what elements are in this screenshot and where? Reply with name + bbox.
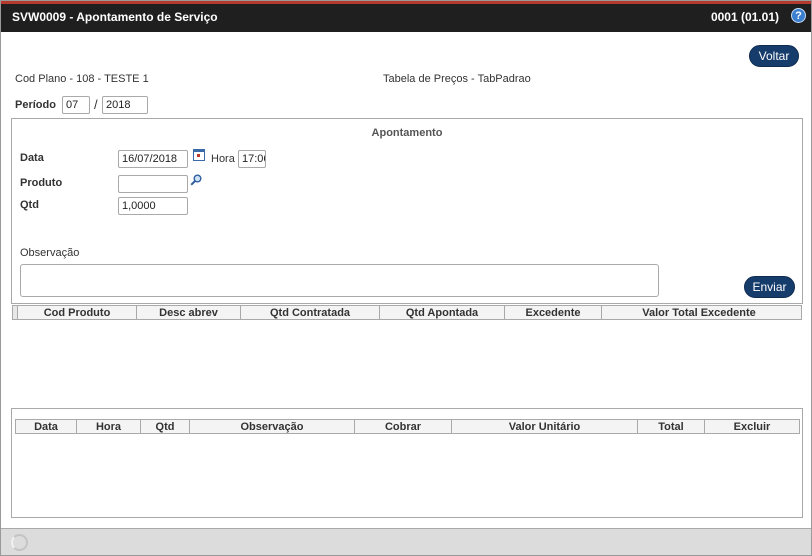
col-hora[interactable]: Hora — [77, 420, 141, 433]
loading-spinner-icon — [11, 534, 28, 551]
search-icon[interactable] — [190, 174, 202, 186]
enviar-button[interactable]: Enviar — [744, 276, 795, 298]
title-bar: SVW0009 - Apontamento de Serviço 0001 (0… — [1, 1, 811, 32]
hora-label: Hora — [211, 153, 235, 165]
produtos-grid-header: Cod Produto Desc abrev Qtd Contratada Qt… — [12, 305, 802, 320]
apontamentos-grid-header: Data Hora Qtd Observação Cobrar Valor Un… — [15, 419, 800, 434]
col-qtd-contratada[interactable]: Qtd Contratada — [241, 306, 380, 319]
observacao-label: Observação — [20, 247, 80, 259]
periodo-ano-input[interactable]: 2018 — [102, 96, 148, 114]
col-data[interactable]: Data — [16, 420, 77, 433]
produto-input[interactable] — [118, 175, 188, 193]
app-window: SVW0009 - Apontamento de Serviço 0001 (0… — [0, 0, 812, 556]
col-valor-unitario[interactable]: Valor Unitário — [452, 420, 638, 433]
observacao-textarea[interactable] — [20, 264, 659, 297]
produto-label: Produto — [20, 177, 63, 189]
qtd-label: Qtd — [20, 199, 39, 211]
col-cod-produto[interactable]: Cod Produto — [18, 306, 137, 319]
window-version: 0001 (01.01) — [710, 10, 779, 24]
window-title: SVW0009 - Apontamento de Serviço — [12, 10, 218, 24]
col-qtd[interactable]: Qtd — [141, 420, 190, 433]
help-icon[interactable]: ? — [791, 8, 806, 23]
col-cobrar[interactable]: Cobrar — [355, 420, 452, 433]
periodo-separator: / — [94, 97, 98, 112]
periodo-mes-input[interactable]: 07 — [62, 96, 90, 114]
status-bar — [1, 528, 811, 555]
hora-input[interactable]: 17:06 — [238, 150, 266, 168]
col-valor-total-excedente[interactable]: Valor Total Excedente — [602, 306, 796, 319]
col-excedente[interactable]: Excedente — [505, 306, 602, 319]
apontamento-title: Apontamento — [371, 127, 443, 139]
tabela-precos-label: Tabela de Preços - TabPadrao — [383, 73, 531, 85]
qtd-input[interactable]: 1,0000 — [118, 197, 188, 215]
calendar-icon[interactable] — [193, 149, 205, 161]
col-total[interactable]: Total — [638, 420, 705, 433]
data-input[interactable]: 16/07/2018 — [118, 150, 188, 168]
voltar-button[interactable]: Voltar — [749, 45, 799, 67]
col-qtd-apontada[interactable]: Qtd Apontada — [380, 306, 505, 319]
col-excluir[interactable]: Excluir — [705, 420, 799, 433]
col-observacao[interactable]: Observação — [190, 420, 355, 433]
data-label: Data — [20, 152, 44, 164]
periodo-label: Período — [15, 99, 56, 111]
col-desc-abrev[interactable]: Desc abrev — [137, 306, 241, 319]
cod-plano-label: Cod Plano - 108 - TESTE 1 — [15, 73, 149, 85]
